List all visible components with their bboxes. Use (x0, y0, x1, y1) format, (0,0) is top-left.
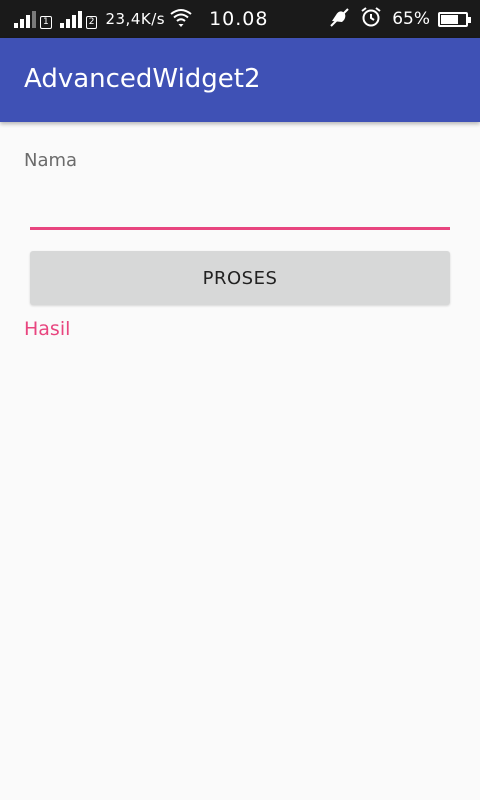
signal-icon (14, 10, 38, 28)
status-bar-left: 1 2 23,4K/s 10.08 (14, 0, 268, 38)
name-label: Nama (24, 150, 78, 171)
process-button[interactable]: PROSES (30, 251, 450, 305)
battery-icon (438, 11, 471, 27)
battery-percent: 65% (392, 9, 430, 29)
status-bar-right: 65% (328, 0, 471, 38)
signal-icon (59, 10, 84, 28)
name-input[interactable] (30, 190, 450, 230)
status-bar: 1 2 23,4K/s 10.08 65% (0, 0, 480, 38)
sim1-badge: 1 (40, 15, 52, 29)
battery-level-fill (441, 14, 458, 24)
clock: 10.08 (209, 8, 269, 30)
result-label: Hasil (24, 318, 71, 340)
sim2-badge: 2 (85, 15, 98, 29)
alarm-icon (360, 6, 382, 32)
wifi-icon (169, 7, 193, 31)
network-speed: 23,4K/s (105, 10, 166, 28)
app-bar: AdvancedWidget2 (0, 38, 480, 122)
app-title: AdvancedWidget2 (24, 64, 261, 94)
mute-icon (328, 6, 350, 32)
